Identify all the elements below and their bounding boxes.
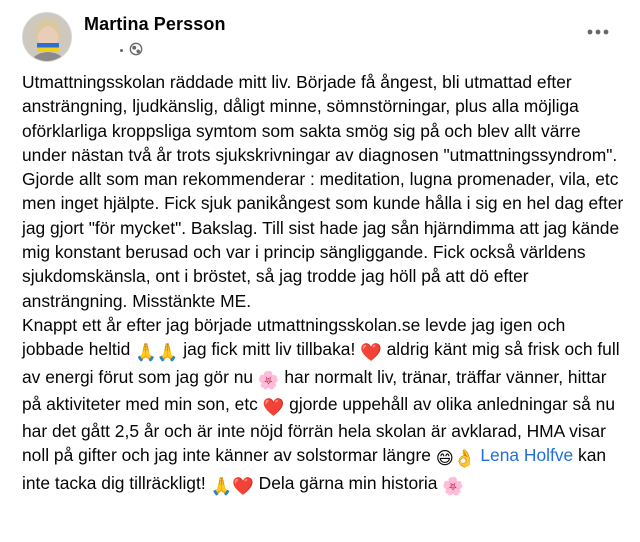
laugh-emoji: 😄 <box>435 448 454 469</box>
heart-emoji: ❤️ <box>232 475 254 496</box>
pray-emoji: 🙏 <box>135 342 157 363</box>
more-options-icon[interactable] <box>584 22 612 42</box>
pray-emoji: 🙏 <box>210 475 233 496</box>
text-span: jag fick mitt liv tillbaka! <box>178 339 361 360</box>
post-header: Martina Persson <box>22 12 620 64</box>
blossom-emoji: 🌸 <box>257 369 280 390</box>
author-name[interactable]: Martina Persson <box>84 14 226 35</box>
heart-emoji: ❤️ <box>360 342 382 363</box>
blossom-emoji: 🌸 <box>442 475 464 496</box>
heart-emoji: ❤️ <box>262 396 285 417</box>
post-meta <box>84 42 143 56</box>
avatar-photo <box>23 13 71 61</box>
text-span: Dela gärna min historia <box>253 472 443 493</box>
post-body: Utmattningsskolan räddade mitt liv. Börj… <box>22 70 628 498</box>
mention-link[interactable]: Lena Holfve <box>480 445 573 465</box>
post-paragraph-2: Knappt ett år efter jag började utmattni… <box>22 315 620 496</box>
ok-hand-emoji: 👌 <box>453 448 476 469</box>
separator-dot <box>120 48 123 52</box>
avatar[interactable] <box>22 12 72 62</box>
pray-emoji: 🙏 <box>156 342 179 363</box>
globe-icon[interactable] <box>129 42 143 56</box>
post-paragraph-1: Utmattningsskolan räddade mitt liv. Börj… <box>22 72 624 311</box>
post-card: Martina Persson Utmattningsskolan räddad… <box>0 0 640 542</box>
